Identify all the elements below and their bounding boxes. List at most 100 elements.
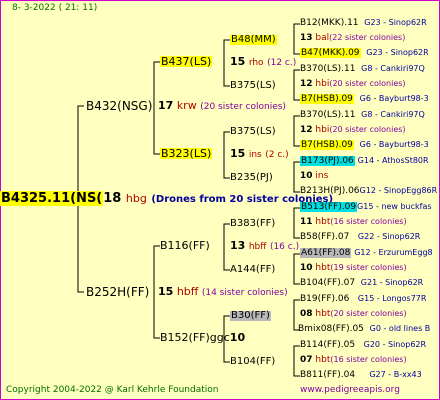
gen4-loc: G27 - B-xx43 xyxy=(369,370,422,379)
gen4-code: hbt xyxy=(315,355,331,365)
gen4-a-3[interactable]: B173(PJ).06 G14 - AthosSt80R xyxy=(300,156,429,166)
header-date: 8- 3-2022 ( 21: 11) xyxy=(12,3,98,13)
gen1-num: 15 xyxy=(158,285,174,298)
gen4-a-0[interactable]: B12(MKK).11 G23 - Sinop62R xyxy=(300,19,427,28)
gen4-id: A61(FF).08 xyxy=(300,248,352,258)
gen4-mid-5: 10 hbt(19 sister colonies) xyxy=(300,264,407,273)
gen4-loc: G22 - Sinop62R xyxy=(357,232,421,241)
gen4-b-1[interactable]: B7(HSB).09 G6 - Bayburt98-3 xyxy=(300,94,429,104)
gen4-mid-2: 12 hbi(20 sister colonies) xyxy=(300,126,406,135)
gen4-id: B370(LS).11 xyxy=(300,110,356,120)
gen4-id: B213H(PJ).06 xyxy=(300,186,360,196)
gen4-b-5[interactable]: B104(FF).07 G21 - Sinop62R xyxy=(300,279,423,288)
gen4-loc: G23 - Sinop62R xyxy=(364,18,427,27)
gen1-info-0: 17 krw (20 sister colonies) xyxy=(158,100,286,112)
gen4-id: B19(FF).06 xyxy=(300,294,350,304)
gen4-num: 10 xyxy=(300,263,313,273)
gen4-a-1[interactable]: B370(LS).11 G8 - Cankiri97Q xyxy=(300,65,425,74)
gen2-note: (12 c.) xyxy=(267,58,297,68)
gen2-info-1: 15 ins (2 c.) xyxy=(230,148,289,160)
gen3-node-6[interactable]: B30(FF) xyxy=(230,311,271,321)
gen4-id: B173(PJ).06 xyxy=(300,156,355,166)
gen3-node-3[interactable]: B235(PJ) xyxy=(230,173,273,183)
root-code: hbg xyxy=(125,192,147,205)
gen4-mid-7: 07 hbt(16 sister colonies) xyxy=(300,356,407,365)
gen2-id: B152(FF)ggc xyxy=(160,331,230,344)
gen1-code: krw xyxy=(176,99,197,112)
gen4-id: B370(LS).11 xyxy=(300,64,356,74)
gen4-code: bal xyxy=(315,33,330,43)
gen4-a-2[interactable]: B370(LS).11 G8 - Cankiri97Q xyxy=(300,111,425,120)
gen4-loc: G0 - old lines B xyxy=(369,324,431,333)
gen2-node-3[interactable]: B152(FF)ggc10 xyxy=(160,332,245,343)
gen4-b-4[interactable]: B58(FF).07 G22 - Sinop62R xyxy=(300,233,420,242)
gen2-num: 10 xyxy=(229,331,246,344)
gen3-node-5[interactable]: A144(FF) xyxy=(230,265,275,275)
gen4-id: B811(FF).04 xyxy=(300,370,356,380)
gen2-node-1[interactable]: B323(LS) xyxy=(160,148,213,159)
gen4-b-3[interactable]: B213H(PJ).06G12 - SinopEgg86R xyxy=(300,187,437,196)
gen4-note: (20 sister colonies) xyxy=(329,79,406,88)
gen2-node-0[interactable]: B437(LS) xyxy=(160,56,213,67)
gen1-node-1[interactable]: B252H(FF) xyxy=(86,286,149,298)
gen4-b-7[interactable]: B811(FF).04 G27 - B-xx43 xyxy=(300,371,422,380)
gen2-info-0: 15 rho (12 c.) xyxy=(230,56,296,68)
gen1-note: (14 sister colonies) xyxy=(201,288,288,298)
gen4-code: ins xyxy=(315,171,329,181)
gen3-node-4[interactable]: B383(FF) xyxy=(230,219,275,229)
gen4-b-0[interactable]: B47(MKK).09 G23 - Sinop62R xyxy=(300,48,429,58)
root-id: B4325.11(NS( xyxy=(0,191,104,206)
gen4-a-7[interactable]: B114(FF).05 G20 - Sinop62R xyxy=(300,341,426,350)
gen4-num: 10 xyxy=(300,171,313,181)
gen4-loc: G15 - new buckfas xyxy=(357,202,432,211)
root-node[interactable]: B4325.11(NS(18 hbg (Drones from 20 siste… xyxy=(0,191,333,206)
gen2-node-2[interactable]: B116(FF) xyxy=(160,240,210,251)
gen4-loc: G8 - Cankiri97Q xyxy=(361,64,425,73)
gen4-id: B513(FF).09 xyxy=(300,202,358,212)
gen4-num: 12 xyxy=(300,125,313,135)
gen4-id: B7(HSB).09 xyxy=(300,94,354,104)
gen1-id: B252H(FF) xyxy=(86,285,150,299)
footer-copyright: Copyright 2004-2022 @ Karl Kehrle Founda… xyxy=(6,385,219,395)
gen4-note: (20 sister colonies) xyxy=(329,125,406,134)
gen4-loc: G20 - Sinop62R xyxy=(363,340,427,349)
gen4-code: hbt xyxy=(315,309,331,319)
gen4-id: B7(HSB).09 xyxy=(300,140,354,150)
gen4-note: (16 sister colonies) xyxy=(330,217,407,226)
gen4-mid-4: 11 hbt(16 sister colonies) xyxy=(300,218,407,227)
gen4-mid-0: 13 bal(22 sister colonies) xyxy=(300,34,405,43)
gen4-mid-1: 12 hbi(20 sister colonies) xyxy=(300,80,406,89)
gen2-note: (16 c.) xyxy=(269,242,300,252)
gen4-loc: G12 - SinopEgg86R xyxy=(359,186,438,195)
gen1-note: (20 sister colonies) xyxy=(200,102,286,112)
gen2-code: rho xyxy=(248,58,264,68)
gen3-node-0[interactable]: B48(MM) xyxy=(230,35,277,45)
gen4-a-4[interactable]: B513(FF).09G15 - new buckfas xyxy=(300,202,432,212)
gen3-node-2[interactable]: B375(LS) xyxy=(230,127,276,137)
gen4-id: B12(MKK).11 xyxy=(300,18,359,28)
gen4-loc: G23 - Sinop62R xyxy=(366,48,429,57)
gen4-loc: G21 - Sinop62R xyxy=(360,278,424,287)
gen3-node-1[interactable]: B375(LS) xyxy=(230,81,276,91)
gen4-num: 13 xyxy=(300,33,313,43)
gen2-num: 15 xyxy=(230,55,246,68)
gen4-id: B58(FF).07 xyxy=(300,232,350,242)
gen4-id: Bmix08(FF).05 xyxy=(298,324,364,334)
gen4-loc: G8 - Cankiri97Q xyxy=(361,110,425,119)
gen1-node-0[interactable]: B432(NSG) xyxy=(86,100,152,112)
gen4-code: hbi xyxy=(315,125,330,135)
gen4-num: 08 xyxy=(300,309,313,319)
footer-url[interactable]: www.pedigreeapis.org xyxy=(300,386,400,395)
gen1-id: B432(NSG) xyxy=(86,99,153,113)
gen4-loc: G6 - Bayburt98-3 xyxy=(359,94,429,103)
gen4-b-6[interactable]: Bmix08(FF).05 G0 - old lines B xyxy=(298,325,430,334)
gen4-id: B114(FF).05 xyxy=(300,340,356,350)
gen4-loc: G14 - AthosSt80R xyxy=(357,156,429,165)
gen4-a-6[interactable]: B19(FF).06 G15 - Longos77R xyxy=(300,295,426,304)
gen3-node-7[interactable]: B104(FF) xyxy=(230,357,275,367)
gen1-info-1: 15 hbff (14 sister colonies) xyxy=(158,286,288,298)
gen4-a-5[interactable]: A61(FF).08 G12 - ErzurumEgg8 xyxy=(300,248,433,258)
gen4-code: hbt xyxy=(315,263,331,273)
gen4-mid-6: 08 hbt(20 sister colonies) xyxy=(300,310,407,319)
gen4-b-2[interactable]: B7(HSB).09 G6 - Bayburt98-3 xyxy=(300,140,429,150)
